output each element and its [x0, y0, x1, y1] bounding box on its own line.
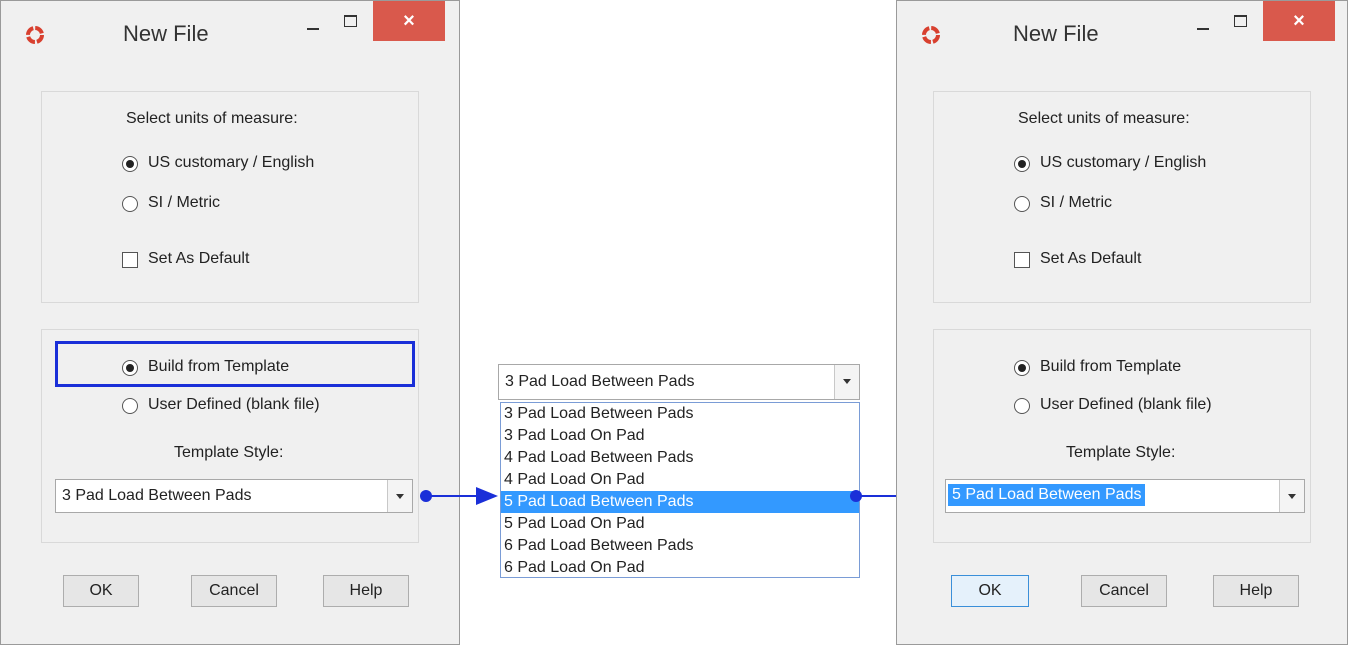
- units-group: Select units of measure: US customary / …: [41, 91, 419, 303]
- template-style-label: Template Style:: [1066, 444, 1176, 461]
- app-ring-icon: [26, 26, 44, 44]
- title-bar: New File ×: [1, 1, 459, 67]
- new-file-dialog-right: New File × Select units of measure: US c…: [896, 0, 1348, 645]
- minimize-icon[interactable]: [1189, 7, 1219, 37]
- radio-si-metric-label[interactable]: SI / Metric: [148, 194, 220, 212]
- app-ring-icon: [922, 26, 940, 44]
- units-group: Select units of measure: US customary / …: [933, 91, 1311, 303]
- highlight-build-from-template: [55, 341, 415, 387]
- set-default-checkbox[interactable]: [1014, 252, 1030, 268]
- dropdown-option[interactable]: 6 Pad Load Between Pads: [501, 535, 859, 557]
- help-button[interactable]: Help: [323, 575, 409, 607]
- radio-si-metric-label[interactable]: SI / Metric: [1040, 194, 1112, 212]
- set-default-label[interactable]: Set As Default: [148, 250, 249, 268]
- dropdown-current-value: 3 Pad Load Between Pads: [505, 373, 695, 390]
- minimize-icon[interactable]: [299, 7, 329, 37]
- close-icon[interactable]: ×: [373, 1, 445, 41]
- radio-us-customary-label[interactable]: US customary / English: [1040, 154, 1206, 172]
- maximize-icon[interactable]: [1225, 7, 1255, 37]
- radio-user-defined[interactable]: [1014, 398, 1030, 414]
- template-style-combobox[interactable]: 5 Pad Load Between Pads: [945, 479, 1305, 513]
- arrow-right-icon: [476, 487, 498, 505]
- dropdown-option[interactable]: 4 Pad Load Between Pads: [501, 447, 859, 469]
- set-default-label[interactable]: Set As Default: [1040, 250, 1141, 268]
- radio-us-customary[interactable]: [1014, 156, 1030, 172]
- help-button[interactable]: Help: [1213, 575, 1299, 607]
- dropdown-combobox[interactable]: 3 Pad Load Between Pads: [498, 364, 860, 400]
- radio-us-customary[interactable]: [122, 156, 138, 172]
- ok-button[interactable]: OK: [951, 575, 1029, 607]
- radio-si-metric[interactable]: [122, 196, 138, 212]
- window-title: New File: [1013, 21, 1099, 46]
- chevron-down-icon[interactable]: [387, 480, 412, 512]
- radio-user-defined[interactable]: [122, 398, 138, 414]
- window-title: New File: [123, 21, 209, 46]
- dropdown-option[interactable]: 6 Pad Load On Pad: [501, 557, 859, 579]
- ok-button[interactable]: OK: [63, 575, 139, 607]
- maximize-icon[interactable]: [335, 7, 365, 37]
- template-style-value: 3 Pad Load Between Pads: [62, 487, 252, 504]
- radio-si-metric[interactable]: [1014, 196, 1030, 212]
- radio-user-defined-label[interactable]: User Defined (blank file): [148, 396, 320, 414]
- title-bar: New File ×: [897, 1, 1347, 67]
- template-style-combobox[interactable]: 3 Pad Load Between Pads: [55, 479, 413, 513]
- cancel-button[interactable]: Cancel: [191, 575, 277, 607]
- units-label: Select units of measure:: [126, 110, 298, 127]
- dropdown-option[interactable]: 4 Pad Load On Pad: [501, 469, 859, 491]
- template-style-label: Template Style:: [174, 444, 284, 461]
- radio-us-customary-label[interactable]: US customary / English: [148, 154, 314, 172]
- dropdown-option[interactable]: 3 Pad Load Between Pads: [501, 403, 859, 425]
- radio-build-from-template[interactable]: [1014, 360, 1030, 376]
- close-icon[interactable]: ×: [1263, 1, 1335, 41]
- chevron-down-icon[interactable]: [834, 365, 859, 399]
- set-default-checkbox[interactable]: [122, 252, 138, 268]
- radio-user-defined-label[interactable]: User Defined (blank file): [1040, 396, 1212, 414]
- new-file-dialog-left: New File × Select units of measure: US c…: [0, 0, 460, 645]
- dropdown-option-highlighted[interactable]: 5 Pad Load Between Pads: [501, 491, 859, 513]
- radio-build-from-template-label[interactable]: Build from Template: [1040, 358, 1181, 376]
- chevron-down-icon[interactable]: [1279, 480, 1304, 512]
- cancel-button[interactable]: Cancel: [1081, 575, 1167, 607]
- connector-line-1: [430, 495, 480, 497]
- template-style-value: 5 Pad Load Between Pads: [948, 484, 1146, 506]
- dropdown-option[interactable]: 3 Pad Load On Pad: [501, 425, 859, 447]
- dropdown-list: 3 Pad Load Between Pads 3 Pad Load On Pa…: [500, 402, 860, 578]
- units-label: Select units of measure:: [1018, 110, 1190, 127]
- dropdown-option[interactable]: 5 Pad Load On Pad: [501, 513, 859, 535]
